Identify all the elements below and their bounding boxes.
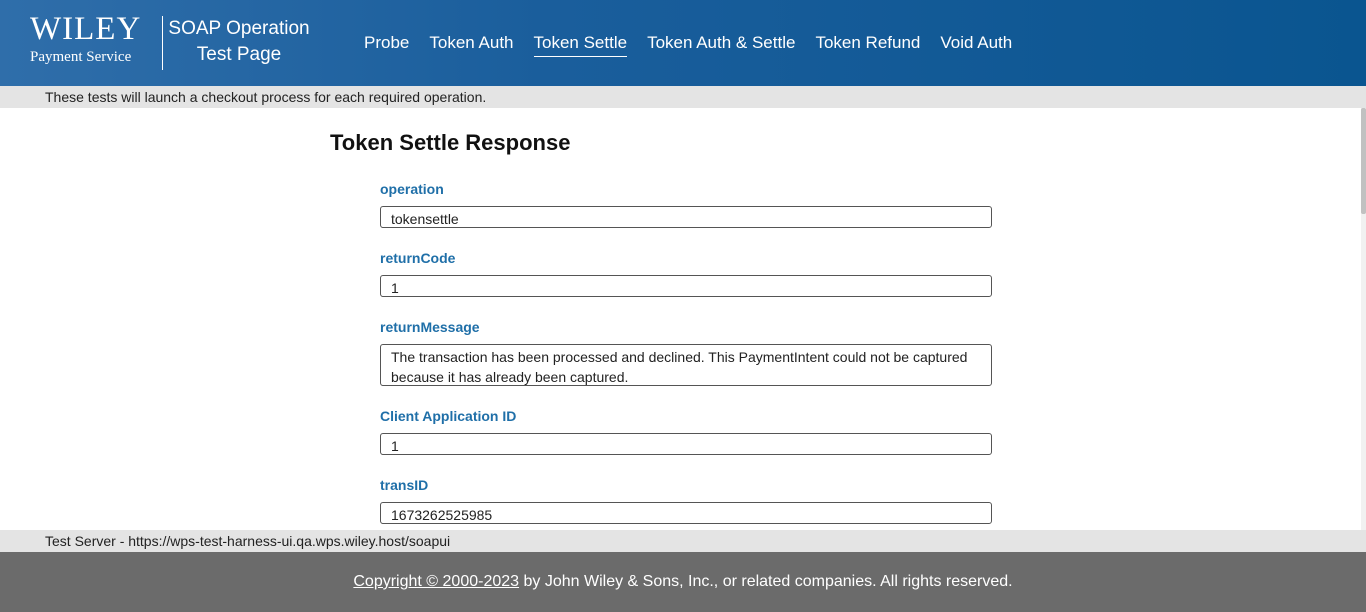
field-value-return-code[interactable]: 1 bbox=[380, 275, 992, 297]
field-value-return-message[interactable]: The transaction has been processed and d… bbox=[380, 344, 992, 386]
field-label-operation: operation bbox=[380, 181, 444, 197]
vertical-scrollbar[interactable] bbox=[1361, 108, 1366, 530]
app-title-line-1: SOAP Operation bbox=[168, 18, 310, 39]
header-bar: WILEY Payment Service SOAP Operation Tes… bbox=[0, 0, 1366, 86]
field-label-return-code: returnCode bbox=[380, 250, 456, 266]
nav-link-token-auth[interactable]: Token Auth bbox=[429, 31, 513, 57]
wiley-logo[interactable]: WILEY Payment Service bbox=[30, 12, 152, 70]
footer: Copyright © 2000-2023 by John Wiley & So… bbox=[0, 552, 1366, 612]
main-content: Token Settle Response operation tokenset… bbox=[0, 108, 1361, 530]
copyright-link[interactable]: Copyright © 2000-2023 bbox=[353, 573, 519, 590]
copyright-text: by John Wiley & Sons, Inc., or related c… bbox=[519, 573, 1013, 590]
field-label-return-message: returnMessage bbox=[380, 319, 480, 335]
nav-link-probe[interactable]: Probe bbox=[364, 31, 409, 57]
app-title: SOAP Operation Test Page bbox=[168, 16, 310, 68]
info-bar: These tests will launch a checkout proce… bbox=[0, 86, 1366, 108]
field-value-operation[interactable]: tokensettle bbox=[380, 206, 992, 228]
field-value-trans-id[interactable]: 1673262525985 bbox=[380, 502, 992, 524]
page-title: Token Settle Response bbox=[330, 130, 571, 155]
field-value-client-app-id[interactable]: 1 bbox=[380, 433, 992, 455]
scrollbar-thumb[interactable] bbox=[1361, 108, 1366, 214]
field-label-trans-id: transID bbox=[380, 477, 429, 493]
nav-link-token-settle[interactable]: Token Settle bbox=[533, 31, 628, 57]
field-label-client-app-id: Client Application ID bbox=[380, 408, 517, 424]
logo-divider bbox=[162, 16, 163, 70]
nav-link-token-refund[interactable]: Token Refund bbox=[815, 31, 920, 57]
nav-link-void-auth[interactable]: Void Auth bbox=[940, 31, 1012, 57]
app-title-line-2: Test Page bbox=[196, 44, 282, 65]
server-info-bar: Test Server - https://wps-test-harness-u… bbox=[0, 530, 1366, 552]
logo-subtitle: Payment Service bbox=[30, 49, 132, 65]
logo-wordmark: WILEY bbox=[30, 11, 142, 47]
main-nav: Probe Token Auth Token Settle Token Auth… bbox=[364, 31, 1012, 57]
nav-link-token-auth-settle[interactable]: Token Auth & Settle bbox=[647, 31, 795, 57]
